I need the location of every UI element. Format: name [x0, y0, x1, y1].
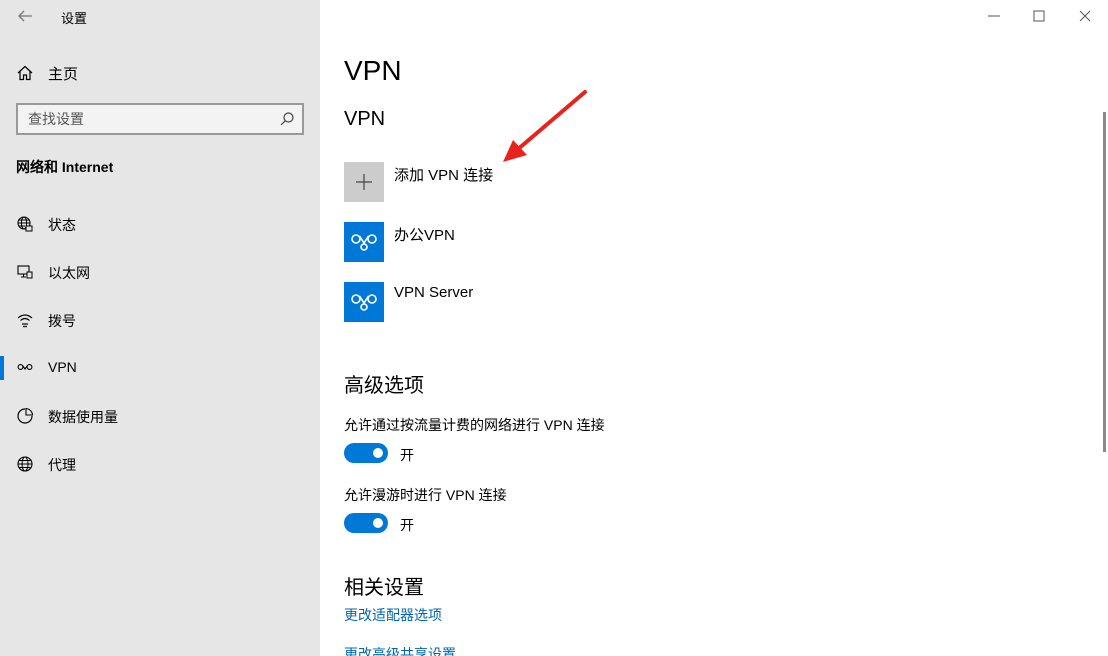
- toggle-state-text: 开: [400, 517, 414, 533]
- add-tile: [344, 162, 384, 202]
- minimize-icon[interactable]: [984, 6, 1004, 26]
- change-adapter-options-link[interactable]: 更改适配器选项: [344, 605, 442, 625]
- vpn-connection-icon: [351, 234, 377, 251]
- page-title: VPN: [344, 55, 402, 86]
- dialup-icon: [17, 314, 33, 328]
- vpn-connection-tile: [344, 222, 384, 262]
- search-icon[interactable]: [279, 111, 295, 127]
- vpn-connection-name: 办公VPN: [394, 227, 455, 244]
- search-box[interactable]: [16, 103, 304, 135]
- vpn-connection-icon: [351, 294, 377, 311]
- main-content: VPN VPN 添加 VPN 连接 办公VPN VPN Server 高级选项 …: [320, 0, 1108, 656]
- vpn-connection-item[interactable]: 办公VPN: [344, 222, 744, 262]
- sidebar: 设置 主页 网络和 Internet 状态 以太网: [0, 0, 320, 656]
- search-input[interactable]: [18, 105, 272, 133]
- vpn-connection-item[interactable]: VPN Server: [344, 282, 744, 322]
- sidebar-item-data-usage[interactable]: 数据使用量: [0, 396, 320, 436]
- roaming-toggle[interactable]: [344, 513, 388, 533]
- sidebar-item-status[interactable]: 状态: [0, 204, 320, 244]
- sidebar-item-label: 状态: [48, 217, 76, 233]
- sidebar-item-label: 拨号: [48, 313, 76, 329]
- sidebar-item-proxy[interactable]: 代理: [0, 444, 320, 484]
- option-label-roaming: 允许漫游时进行 VPN 连接: [344, 487, 507, 503]
- advanced-options-title: 高级选项: [344, 375, 424, 397]
- section-title: 网络和 Internet: [16, 159, 114, 175]
- sidebar-item-label: 代理: [48, 457, 76, 473]
- plus-icon: [356, 174, 372, 190]
- ethernet-icon: [17, 265, 33, 279]
- home-icon: [17, 65, 33, 81]
- proxy-globe-icon: [17, 456, 33, 472]
- back-button[interactable]: [14, 6, 36, 26]
- toggle-knob: [373, 518, 383, 528]
- app-title: 设置: [61, 11, 88, 26]
- home-nav-item[interactable]: 主页: [16, 62, 78, 84]
- metered-toggle[interactable]: [344, 443, 388, 463]
- sidebar-item-label: VPN: [48, 359, 77, 375]
- home-label: 主页: [48, 65, 79, 83]
- sidebar-item-dialup[interactable]: 拨号: [0, 300, 320, 340]
- selection-indicator: [0, 356, 4, 380]
- change-advanced-sharing-link[interactable]: 更改高级共享设置: [344, 644, 456, 656]
- add-vpn-label: 添加 VPN 连接: [394, 167, 494, 184]
- vpn-connection-tile: [344, 282, 384, 322]
- scrollbar[interactable]: [1103, 112, 1106, 452]
- related-settings-title: 相关设置: [344, 577, 424, 599]
- sidebar-item-label: 以太网: [48, 265, 90, 281]
- globe-status-icon: [17, 216, 33, 232]
- add-vpn-button[interactable]: 添加 VPN 连接: [344, 162, 744, 202]
- maximize-icon[interactable]: [1029, 6, 1049, 26]
- toggle-knob: [373, 448, 383, 458]
- sidebar-item-ethernet[interactable]: 以太网: [0, 252, 320, 292]
- sidebar-item-vpn[interactable]: VPN: [0, 348, 320, 388]
- vpn-section-title: VPN: [344, 108, 386, 130]
- vpn-connection-name: VPN Server: [394, 284, 474, 301]
- sidebar-item-label: 数据使用量: [48, 409, 118, 425]
- close-icon[interactable]: [1075, 6, 1095, 26]
- vpn-icon: [17, 364, 33, 370]
- option-label-metered: 允许通过按流量计费的网络进行 VPN 连接: [344, 417, 605, 433]
- data-usage-icon: [17, 407, 34, 424]
- annotation-arrow: [503, 90, 587, 162]
- back-arrow-icon: [18, 10, 32, 22]
- toggle-state-text: 开: [400, 447, 414, 463]
